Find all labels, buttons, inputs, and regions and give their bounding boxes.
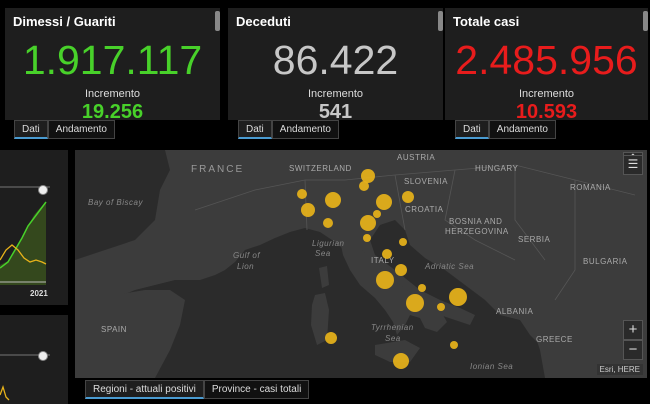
increment-label: Incremento [84,88,141,100]
increment-label: Incremento [307,88,364,100]
card-tabs-deaths: Dati Andamento [238,120,339,140]
region-bubble[interactable] [376,194,392,210]
trend-chart-2 [0,354,50,401]
year-label: 2021 [30,289,48,298]
increment-label: Incremento [518,88,575,100]
map[interactable]: FRANCE SWITZERLAND AUSTRIA HUNGARY ROMAN… [75,150,647,378]
card-total-cases: Totale casi 2.485.956 Incremento 10.593 [445,8,648,123]
region-bubble[interactable] [325,192,341,208]
region-bubble[interactable] [359,181,369,191]
tab-province[interactable]: Province - casi totali [203,380,310,399]
tab-dati[interactable]: Dati [238,120,272,139]
region-bubble[interactable] [376,271,394,289]
trend-chart-panel: 2021 [0,150,68,305]
region-bubble[interactable] [395,264,407,276]
region-bubble[interactable] [361,169,375,183]
region-bubble[interactable] [450,341,458,349]
map-tabs: Regioni - attuali positivi Province - ca… [85,380,310,399]
trend-chart [0,186,50,285]
scrollbar[interactable] [438,11,443,31]
region-bubble[interactable] [360,215,376,231]
legend-list-button[interactable]: ☰ [623,155,643,175]
slider-handle[interactable] [38,351,48,361]
card-tabs-total: Dati Andamento [455,120,556,140]
region-bubble[interactable] [363,234,371,242]
tab-andamento[interactable]: Andamento [47,120,115,139]
region-bubble[interactable] [325,332,337,344]
zoom-in-button[interactable]: + [623,320,643,340]
tab-dati[interactable]: Dati [455,120,489,139]
card-title: Dimessi / Guariti [13,14,116,29]
bubble-layer [297,169,467,369]
scrollbar[interactable] [215,11,220,31]
region-bubble[interactable] [406,294,424,312]
region-bubble[interactable] [402,191,414,203]
map-attribution: Esri, HERE [596,364,643,375]
region-bubble[interactable] [449,288,467,306]
card-value: 2.485.956 [455,37,638,83]
card-title: Deceduti [236,14,291,29]
scrollbar[interactable] [643,11,648,31]
region-bubble[interactable] [382,249,392,259]
zoom-out-button[interactable]: − [623,340,643,360]
slider-handle[interactable] [38,185,48,195]
card-recovered: Dimessi / Guariti 1.917.117 Incremento 1… [5,8,220,123]
tab-andamento[interactable]: Andamento [271,120,339,139]
tab-dati[interactable]: Dati [14,120,48,139]
tab-regioni[interactable]: Regioni - attuali positivi [85,380,204,399]
region-bubble[interactable] [399,238,407,246]
card-tabs-recovered: Dati Andamento [14,120,115,140]
region-bubble[interactable] [418,284,426,292]
region-bubble[interactable] [373,210,381,218]
region-bubble[interactable] [297,189,307,199]
region-bubble[interactable] [301,203,315,217]
region-bubble[interactable] [393,353,409,369]
tab-andamento[interactable]: Andamento [488,120,556,139]
region-bubble[interactable] [437,303,445,311]
region-bubble[interactable] [323,218,333,228]
trend-chart-panel-2 [0,315,68,404]
card-deaths: Deceduti 86.422 Incremento 541 [228,8,443,123]
card-value: 86.422 [272,37,399,83]
card-value: 1.917.117 [22,37,203,83]
card-title: Totale casi [453,14,520,29]
